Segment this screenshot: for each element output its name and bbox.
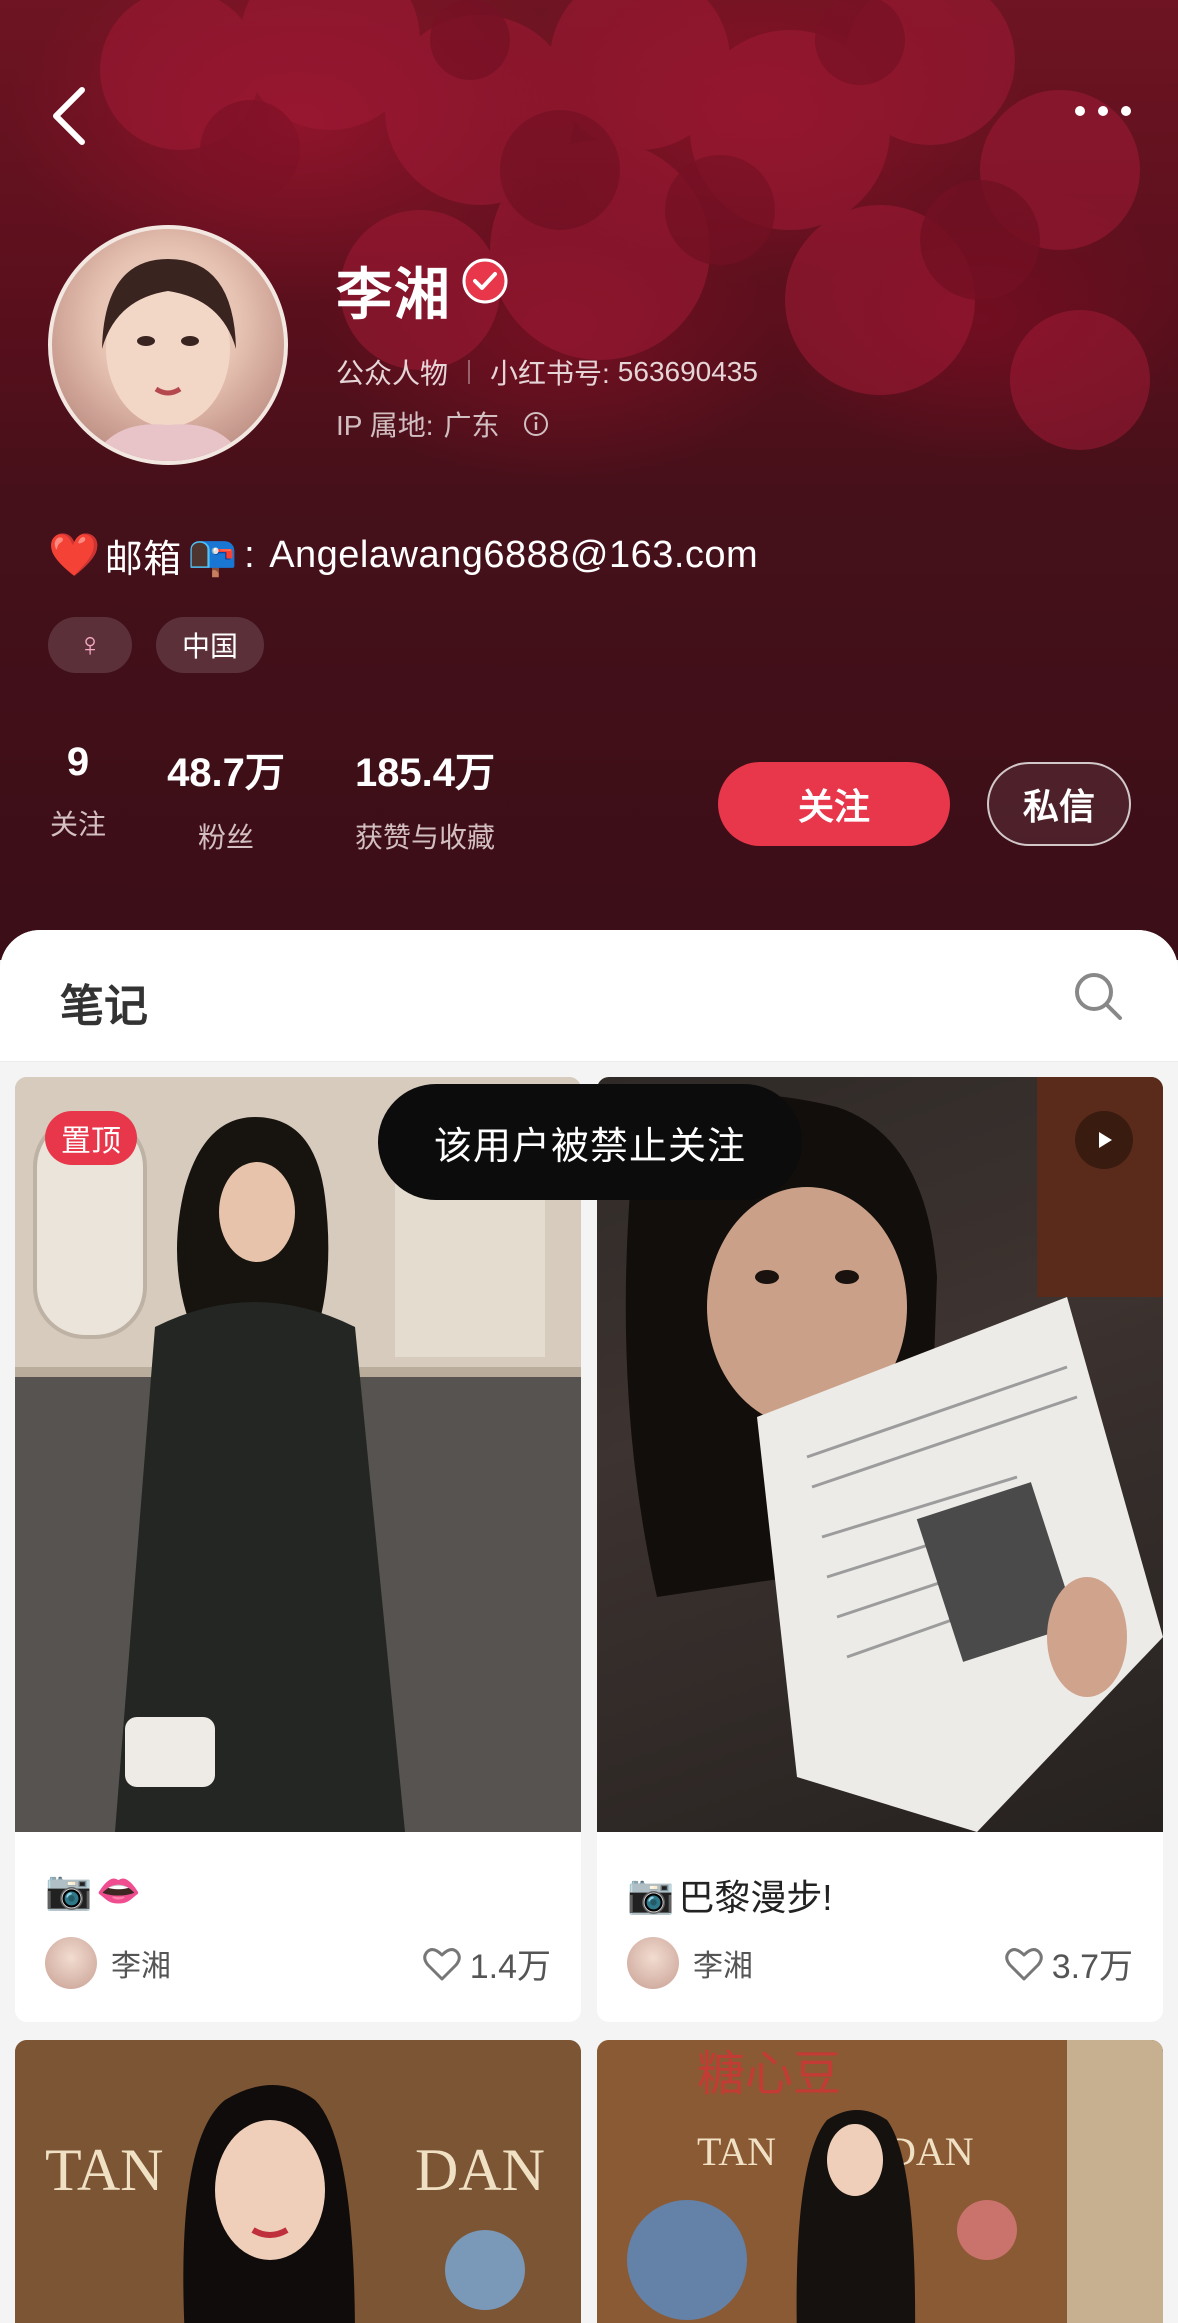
storefront-sign-left: TAN	[697, 2129, 776, 2174]
more-button[interactable]	[1068, 86, 1138, 136]
camera-emoji: 📷	[627, 1874, 675, 1916]
note-title: 📷 巴黎漫步!	[627, 1869, 832, 1921]
profile-meta: 公众人物 小红书号: 563690435	[336, 352, 758, 392]
red-id-label: 小红书号:	[490, 358, 610, 389]
author-avatar	[627, 1937, 679, 1989]
stat-value: 48.7万	[167, 751, 285, 795]
play-button[interactable]	[1075, 1111, 1133, 1169]
note-author[interactable]: 李湘	[627, 1937, 753, 1989]
stat-likes-collects[interactable]: 185.4万 获赞与收藏	[346, 740, 504, 856]
verified-icon	[462, 258, 508, 304]
stat-label: 粉丝	[197, 822, 254, 853]
pinned-badge: 置顶	[45, 1111, 137, 1165]
notes-tab-bar: 笔记	[0, 930, 1178, 1062]
back-button[interactable]	[40, 76, 100, 156]
stat-value: 9	[66, 740, 90, 784]
author-name: 李湘	[111, 1950, 171, 1983]
search-icon	[1075, 973, 1122, 1020]
like-count: 1.4万	[469, 1948, 551, 1986]
cover-photo-woman-storefront: TAN DAN	[15, 2040, 581, 2323]
red-id[interactable]: 563690435	[618, 356, 758, 388]
like-button[interactable]: 1.4万	[422, 1939, 551, 1988]
mailbox-emoji: 📭	[187, 534, 239, 578]
ip-location-line: IP 属地: 广东	[336, 404, 550, 444]
like-count: 3.7万	[1051, 1948, 1133, 1986]
ip-label: IP 属地:	[336, 410, 434, 441]
note-card[interactable]: 置顶 📷 👄 李湘 1.4万	[15, 1077, 581, 2022]
note-title: 📷 👄	[45, 1869, 141, 1913]
bio-email: Angelawang6888@163.com	[269, 534, 759, 576]
region-tag: 中国	[156, 617, 264, 673]
note-cover-image: TAN DAN	[15, 2040, 581, 2323]
bio-colon: :	[244, 534, 256, 576]
heart-outline-icon	[1004, 1947, 1043, 1980]
author-avatar	[45, 1937, 97, 1989]
note-card[interactable]: 糖心豆 TAN DAN	[597, 2040, 1163, 2323]
tab-notes[interactable]: 笔记	[60, 970, 148, 1034]
storefront-sign-left: TAN	[45, 2137, 164, 2203]
bio: ❤️ 邮箱 📭 : Angelawang6888@163.com	[48, 528, 758, 583]
profile-header: 李湘 公众人物 小红书号: 563690435 IP 属地: 广东 ❤️ 邮箱 …	[0, 0, 1178, 960]
follow-button[interactable]: 关注	[718, 762, 950, 846]
play-icon	[1099, 1132, 1112, 1148]
note-cover-image: 糖心豆 TAN DAN	[597, 2040, 1163, 2323]
profile-category: 公众人物	[336, 358, 449, 389]
stat-label: 获赞与收藏	[354, 822, 495, 853]
gender-tag: ♀	[48, 617, 132, 673]
ip-location: 广东	[443, 410, 500, 441]
search-button[interactable]	[1070, 968, 1126, 1024]
storefront-sign-top: 糖心豆	[697, 2046, 841, 2102]
more-dots-icon	[1075, 106, 1131, 116]
note-title-text: 👄	[96, 1870, 142, 1911]
note-title-text: 巴黎漫步!	[678, 1877, 833, 1918]
heart-emoji: ❤️	[48, 531, 101, 578]
profile-name: 李湘	[336, 263, 452, 326]
stat-label: 关注	[49, 809, 106, 840]
storefront-sign-right: DAN	[415, 2137, 545, 2203]
info-icon[interactable]	[522, 410, 550, 438]
heart-outline-icon	[422, 1947, 461, 1980]
bio-label: 邮箱	[104, 539, 182, 581]
note-card[interactable]: 📷 巴黎漫步! 李湘 3.7万	[597, 1077, 1163, 2022]
author-name: 李湘	[693, 1950, 753, 1983]
meta-divider	[468, 360, 471, 384]
stat-fans[interactable]: 48.7万 粉丝	[158, 740, 294, 856]
back-arrow-icon	[53, 87, 85, 145]
camera-emoji: 📷	[45, 1870, 93, 1912]
toast-message: 该用户被禁止关注	[378, 1084, 802, 1200]
stat-following[interactable]: 9 关注	[48, 740, 108, 843]
avatar[interactable]	[48, 225, 288, 465]
note-card[interactable]: TAN DAN	[15, 2040, 581, 2323]
message-button[interactable]: 私信	[987, 762, 1131, 846]
like-button[interactable]: 3.7万	[1004, 1939, 1133, 1988]
stat-value: 185.4万	[354, 751, 496, 795]
cover-photo-woman-sequin: 糖心豆 TAN DAN	[597, 2040, 1163, 2323]
avatar-portrait	[92, 259, 244, 461]
note-author[interactable]: 李湘	[45, 1937, 171, 1989]
